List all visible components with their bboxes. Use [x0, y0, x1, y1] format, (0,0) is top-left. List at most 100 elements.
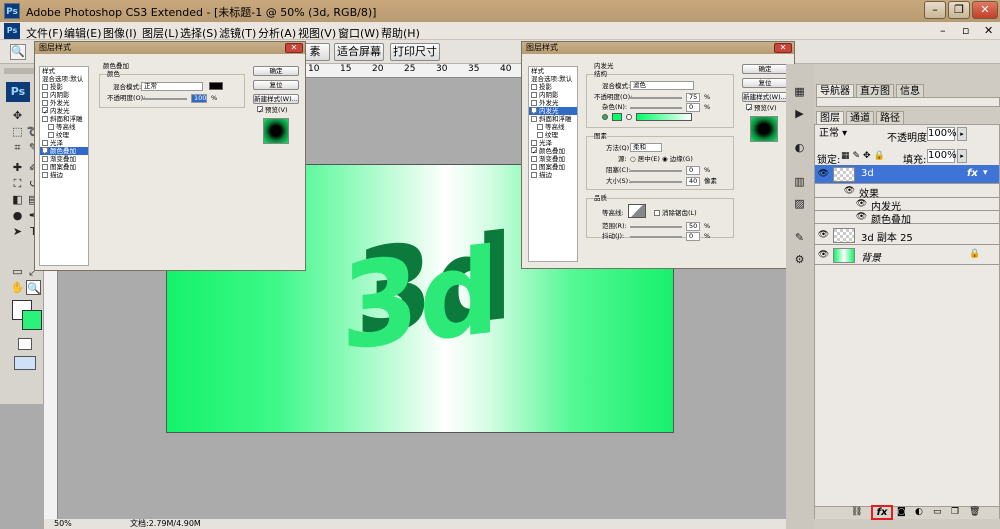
opacity-input[interactable]: 75 — [686, 93, 700, 102]
effect-row-color-overlay[interactable]: 👁 颜色叠加 — [815, 211, 999, 226]
layer-row-3d[interactable]: 👁 3d fx ▾ — [815, 165, 999, 184]
style-item[interactable]: 混合选项:默认 — [40, 75, 88, 83]
tool-presets-icon[interactable]: ⚙ — [792, 252, 807, 267]
styles-panel-icon[interactable]: ▨ — [792, 196, 807, 211]
style-item[interactable]: 斜面和浮雕 — [40, 115, 88, 123]
healing-tool-icon[interactable]: ✚ — [10, 160, 25, 175]
style-item[interactable]: 等高线 — [40, 123, 88, 131]
dodge-tool-icon[interactable]: ● — [10, 208, 25, 223]
effects-row[interactable]: 👁 效果 — [815, 185, 999, 200]
layer-name[interactable]: 3d — [861, 168, 874, 179]
fx-badge[interactable]: fx — [967, 168, 978, 179]
menu-image[interactable]: 图像(I) — [103, 25, 137, 41]
zoom-level[interactable]: 50% — [54, 519, 72, 529]
style-item[interactable]: 混合选项:默认 — [529, 75, 577, 83]
layer-opacity-input[interactable]: 100% — [927, 127, 957, 141]
menu-edit[interactable]: 编辑(E) — [64, 25, 102, 41]
blend-mode-select[interactable]: 正常 ▾ — [817, 128, 885, 142]
dialog-close-button[interactable]: ✕ — [285, 43, 303, 53]
jitter-input[interactable]: 0 — [686, 232, 700, 241]
style-item[interactable]: 外发光 — [40, 99, 88, 107]
doc-minimize-button[interactable]: – — [940, 24, 946, 37]
tab-channels[interactable]: 通道 — [846, 111, 874, 124]
range-input[interactable]: 50 — [686, 222, 700, 231]
style-item[interactable]: 图案叠加 — [529, 163, 577, 171]
canvas-text[interactable]: 3d — [341, 221, 499, 377]
style-item[interactable]: 描边 — [529, 171, 577, 179]
print-size-button[interactable]: 打印尺寸 — [390, 43, 440, 61]
eye-icon[interactable]: 👁 — [855, 198, 868, 211]
tab-histogram[interactable]: 直方图 — [856, 84, 894, 97]
delete-layer-icon[interactable]: 🗑 — [969, 507, 980, 517]
new-group-icon[interactable]: ▭ — [933, 507, 942, 517]
zoom-tool-icon[interactable]: 🔍 — [10, 44, 26, 60]
eye-icon[interactable]: 👁 — [843, 185, 856, 198]
ok-button[interactable]: 确定 — [742, 64, 788, 74]
ok-button[interactable]: 确定 — [253, 66, 299, 76]
source-edge-radio[interactable]: ◉ 边缘(G) — [662, 155, 693, 163]
actions-panel-icon[interactable]: ▶ — [792, 106, 807, 121]
tab-paths[interactable]: 路径 — [876, 111, 904, 124]
style-item[interactable]: 渐变叠加 — [40, 155, 88, 163]
layer-row-background[interactable]: 👁 背景 🔒 — [815, 246, 999, 265]
menu-window[interactable]: 窗口(W) — [338, 25, 379, 41]
color-panel-icon[interactable]: ◐ — [792, 140, 807, 155]
app-menu-icon[interactable]: Ps — [4, 23, 20, 39]
opacity-slider[interactable] — [143, 98, 187, 100]
antialias-checkbox[interactable]: 消除锯齿(L) — [654, 209, 697, 217]
style-item[interactable]: 纹理 — [529, 131, 577, 139]
new-style-button[interactable]: 新建样式(W)... — [742, 92, 788, 102]
color-radio[interactable] — [602, 114, 608, 120]
menu-help[interactable]: 帮助(H) — [381, 25, 420, 41]
layer-name[interactable]: 背景 — [861, 249, 881, 264]
style-item[interactable]: 图案叠加 — [40, 163, 88, 171]
path-select-tool-icon[interactable]: ➤ — [10, 224, 25, 239]
size-slider[interactable] — [630, 181, 682, 183]
style-item-selected[interactable]: ✓ 颜色叠加 — [40, 147, 88, 155]
doc-close-button[interactable]: ✕ — [984, 24, 993, 37]
range-slider[interactable] — [630, 226, 682, 228]
new-style-button[interactable]: 新建样式(W)... — [253, 94, 299, 104]
move-tool-icon[interactable]: ✥ — [10, 108, 25, 123]
style-item[interactable]: 描边 — [40, 171, 88, 179]
glow-color-swatch[interactable] — [612, 113, 622, 121]
menu-file[interactable]: 文件(F) — [26, 25, 63, 41]
tab-layers[interactable]: 图层 — [816, 111, 844, 124]
tab-info[interactable]: 信息 — [896, 84, 924, 97]
stamp-tool-icon[interactable]: ⛶ — [10, 176, 25, 191]
style-item[interactable]: 渐变叠加 — [529, 155, 577, 163]
method-select[interactable]: 柔和 — [630, 143, 662, 152]
history-panel-icon[interactable]: ▦ — [792, 84, 807, 99]
glow-gradient-picker[interactable] — [636, 113, 692, 121]
jitter-slider[interactable] — [630, 236, 682, 238]
style-item[interactable]: 光泽 — [529, 139, 577, 147]
noise-slider[interactable] — [630, 107, 682, 109]
menu-analysis[interactable]: 分析(A) — [258, 25, 296, 41]
reset-button[interactable]: 复位 — [253, 80, 299, 90]
blend-mode-select[interactable]: 滤色 — [630, 81, 694, 90]
style-item[interactable]: 投影 — [529, 83, 577, 91]
menu-layer[interactable]: 图层(L) — [142, 25, 179, 41]
menu-select[interactable]: 选择(S) — [180, 25, 218, 41]
menu-view[interactable]: 视图(V) — [298, 25, 336, 41]
opacity-input[interactable]: 100 — [191, 94, 207, 103]
style-item[interactable]: 外发光 — [529, 99, 577, 107]
style-item[interactable]: ✓ 内发光 — [40, 107, 88, 115]
brushes-panel-icon[interactable]: ✎ — [792, 230, 807, 245]
style-item-selected[interactable]: ✓ 内发光 — [529, 107, 577, 115]
screen-mode-icon[interactable] — [14, 356, 36, 370]
choke-slider[interactable] — [630, 170, 682, 172]
close-button[interactable]: ✕ — [972, 1, 998, 19]
background-color-swatch[interactable] — [22, 310, 42, 330]
style-item[interactable]: ✓ 颜色叠加 — [529, 147, 577, 155]
contour-picker[interactable] — [628, 204, 646, 218]
style-item[interactable]: 投影 — [40, 83, 88, 91]
fill-input[interactable]: 100% — [927, 149, 957, 163]
preview-checkbox[interactable]: ✓ 预览(V) — [746, 104, 777, 113]
add-mask-icon[interactable]: ◙ — [897, 507, 906, 517]
crop-tool-icon[interactable]: ⌗ — [10, 140, 25, 155]
noise-input[interactable]: 0 — [686, 103, 700, 112]
adjustment-layer-icon[interactable]: ◐ — [915, 507, 923, 517]
eye-icon[interactable]: 👁 — [817, 229, 830, 242]
menu-filter[interactable]: 滤镜(T) — [219, 25, 256, 41]
